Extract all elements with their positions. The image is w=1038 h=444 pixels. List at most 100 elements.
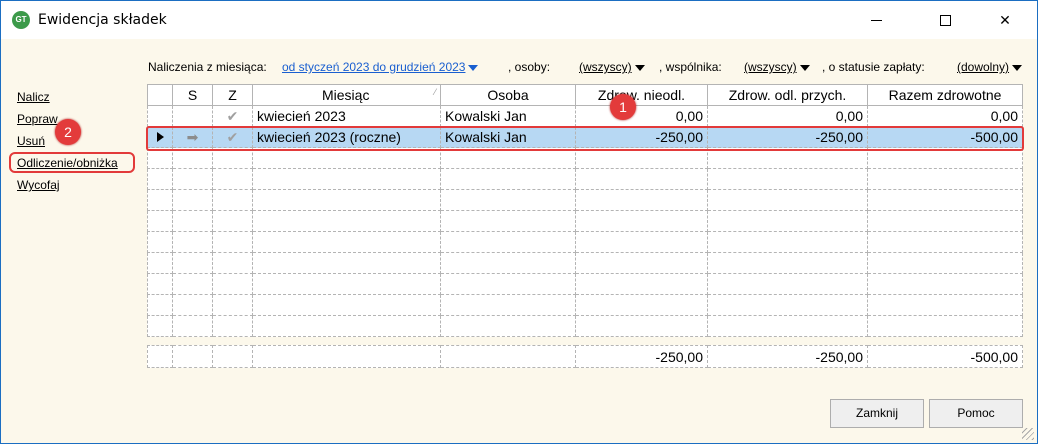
osoby-dropdown[interactable]: (wszyscy) [579, 60, 645, 74]
table-row-empty[interactable] [147, 252, 1023, 274]
wycofaj-link[interactable]: Wycofaj [17, 178, 60, 192]
razem-cell: 0,00 [867, 105, 1023, 127]
dropdown-arrow-icon [1012, 64, 1023, 71]
table-row-empty[interactable] [147, 273, 1023, 295]
column-header-razem[interactable]: Razem zdrowotne [867, 84, 1023, 106]
empty-cell [252, 294, 441, 316]
table-row-selected[interactable]: ➡ ✔ kwiecień 2023 (roczne) Kowalski Jan … [147, 126, 1023, 148]
status-label: , o statusie zapłaty: [822, 60, 925, 74]
column-header-miesiac[interactable]: Miesiąc ⁄ [252, 84, 441, 106]
maximize-button[interactable] [922, 1, 968, 39]
empty-cell [707, 273, 868, 295]
maximize-icon [939, 14, 951, 26]
close-window-button[interactable]: ✕ [982, 1, 1028, 39]
column-header-z[interactable]: Z [212, 84, 253, 106]
empty-cell [172, 294, 213, 316]
column-header-zdrow-nieodl[interactable]: Zdrow. nieodl. [575, 84, 708, 106]
totals-empty-cell [172, 345, 213, 368]
empty-cell [575, 294, 708, 316]
empty-cell [440, 315, 576, 337]
wspolnika-label: , wspólnika: [659, 60, 722, 74]
empty-cell [172, 210, 213, 232]
close-icon: ✕ [999, 11, 1011, 28]
empty-cell [440, 252, 576, 274]
empty-cell [212, 273, 253, 295]
empty-cell [440, 294, 576, 316]
empty-cell [147, 252, 173, 274]
minimize-button[interactable] [853, 1, 899, 39]
month-range-dropdown[interactable]: od styczeń 2023 do grudzień 2023 [282, 60, 479, 74]
totals-empty-cell [147, 345, 173, 368]
empty-cell [147, 294, 173, 316]
empty-cell [212, 168, 253, 190]
resize-grip-icon[interactable] [1022, 428, 1034, 440]
totals-empty-cell [252, 345, 441, 368]
usun-link[interactable]: Usuń [17, 134, 45, 148]
zdrow-odl-cell: 0,00 [707, 105, 868, 127]
wspolnika-value: (wszyscy) [744, 60, 797, 74]
table-row[interactable]: ✔ kwiecień 2023 Kowalski Jan 0,00 0,00 0… [147, 105, 1023, 127]
minimize-icon [870, 19, 882, 21]
table-row-empty[interactable] [147, 210, 1023, 232]
empty-cell [867, 210, 1023, 232]
column-header-indicator[interactable] [147, 84, 173, 106]
empty-cell [172, 189, 213, 211]
column-header-osoba[interactable]: Osoba [440, 84, 576, 106]
column-header-zdrow-odl[interactable]: Zdrow. odl. przych. [707, 84, 868, 106]
empty-cell [147, 231, 173, 253]
table-row-empty[interactable] [147, 147, 1023, 169]
column-header-miesiac-label: Miesiąc [322, 87, 370, 103]
empty-cell [867, 294, 1023, 316]
table-row-empty[interactable] [147, 231, 1023, 253]
empty-cell [867, 147, 1023, 169]
paid-check-icon: ✔ [212, 105, 253, 127]
close-button[interactable]: Zamknij [830, 399, 924, 428]
annotation-badge-2: 2 [55, 119, 81, 145]
popraw-link[interactable]: Popraw [17, 112, 58, 126]
nalicz-link[interactable]: Nalicz [17, 90, 50, 104]
dropdown-arrow-icon [799, 64, 810, 71]
empty-cell [440, 231, 576, 253]
empty-cell [575, 210, 708, 232]
app-logo-icon: GT [12, 11, 30, 29]
empty-cell [172, 252, 213, 274]
empty-cell [707, 147, 868, 169]
title-bar[interactable]: GT Ewidencja składek ✕ [1, 1, 1037, 39]
help-button[interactable]: Pomoc [929, 399, 1023, 428]
totals-empty-cell [212, 345, 253, 368]
empty-cell [867, 315, 1023, 337]
empty-cell [252, 189, 441, 211]
empty-cell [867, 273, 1023, 295]
empty-cell [867, 168, 1023, 190]
empty-cell [252, 231, 441, 253]
window-title: Ewidencja składek [38, 12, 167, 28]
empty-cell [252, 252, 441, 274]
table-header-row: S Z Miesiąc ⁄ Osoba Zdrow. nieodl. Zdrow… [147, 84, 1023, 106]
odliczenie-obnizka-link[interactable]: Odliczenie/obniżka [17, 156, 118, 170]
totals-table: -250,00 -250,00 -500,00 [147, 345, 1023, 368]
month-range-value: od styczeń 2023 do grudzień 2023 [282, 60, 466, 74]
zdrow-odl-cell: -250,00 [707, 126, 868, 148]
totals-empty-cell [440, 345, 576, 368]
empty-cell [575, 231, 708, 253]
empty-cell [172, 168, 213, 190]
wspolnika-dropdown[interactable]: (wszyscy) [744, 60, 810, 74]
row-indicator [147, 105, 173, 127]
empty-cell [440, 147, 576, 169]
table-row-empty[interactable] [147, 315, 1023, 337]
status-dropdown[interactable]: (dowolny) [957, 60, 1023, 74]
empty-cell [575, 252, 708, 274]
empty-cell [252, 147, 441, 169]
dropdown-arrow-icon [634, 64, 645, 71]
column-header-s[interactable]: S [172, 84, 213, 106]
empty-cell [172, 231, 213, 253]
filter-prefix-label: Naliczenia z miesiąca: [148, 60, 267, 74]
status-value: (dowolny) [957, 60, 1010, 74]
table-row-empty[interactable] [147, 294, 1023, 316]
empty-cell [212, 294, 253, 316]
empty-cell [867, 231, 1023, 253]
table-row-empty[interactable] [147, 189, 1023, 211]
empty-cell [707, 168, 868, 190]
table-row-empty[interactable] [147, 168, 1023, 190]
sort-indicator-icon: ⁄ [434, 87, 436, 97]
